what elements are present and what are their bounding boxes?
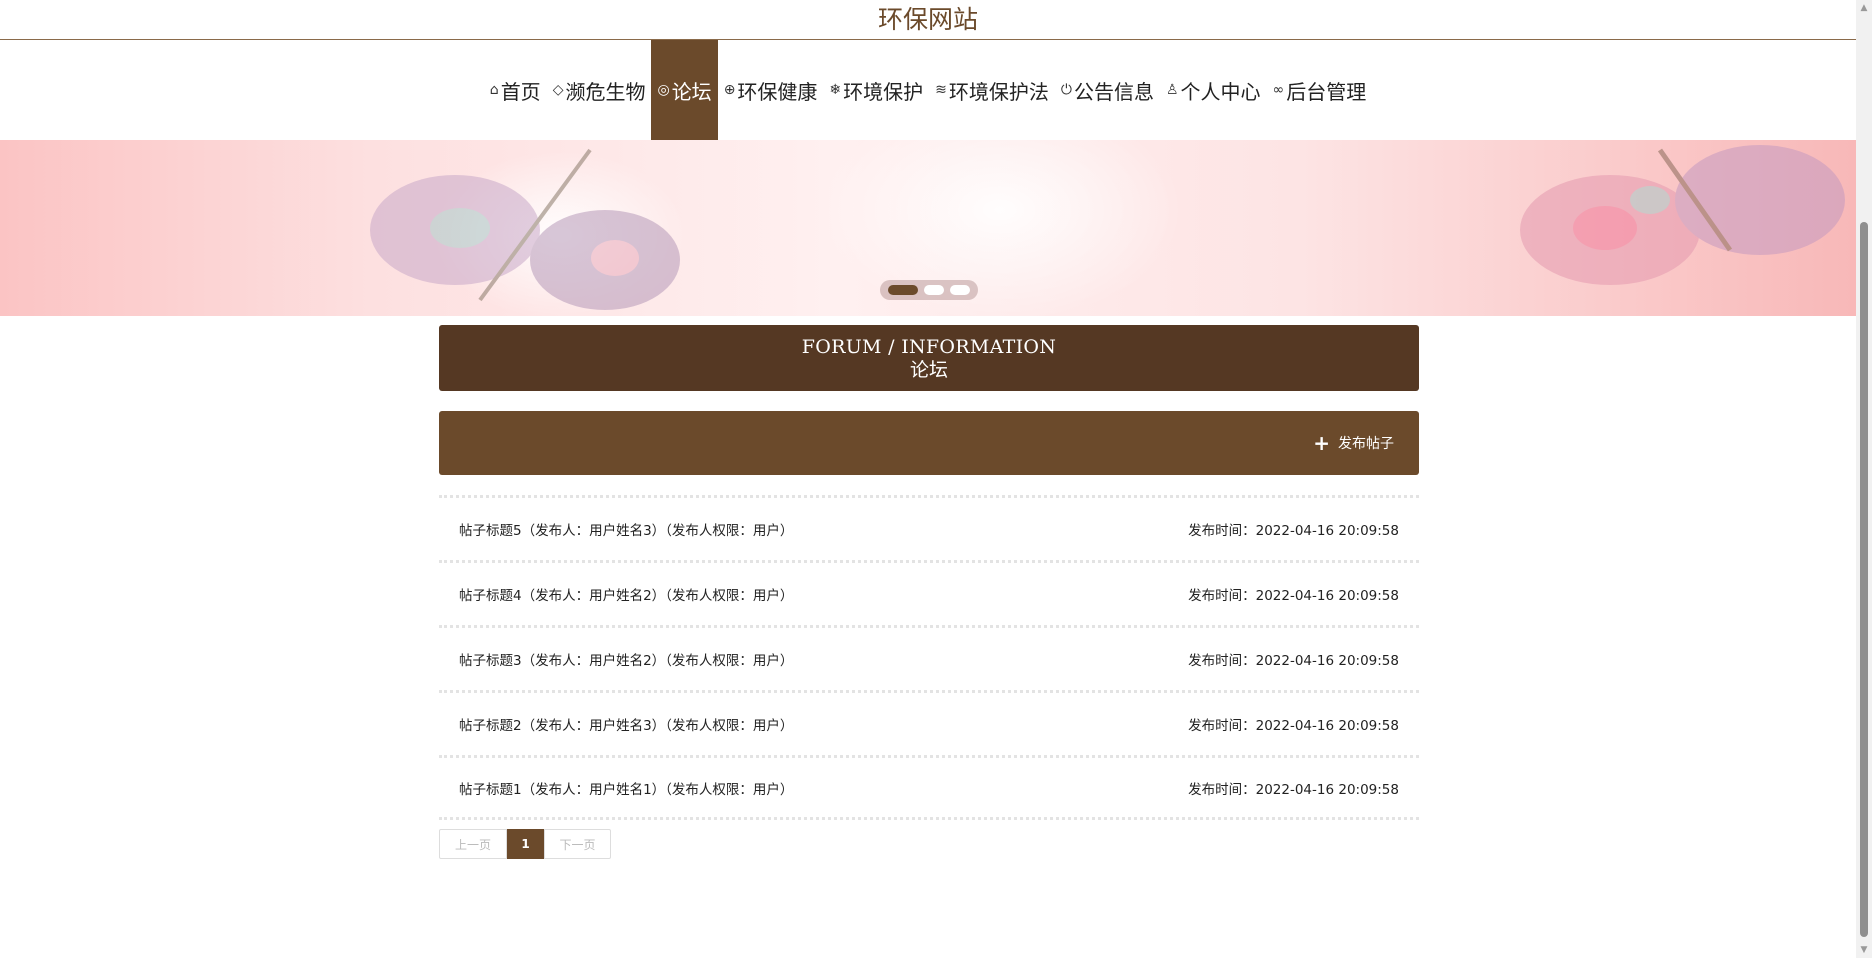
post-row[interactable]: 帖子标题1（发布人：用户姓名1）（发布人权限：用户） 发布时间：2022-04-… (439, 755, 1419, 820)
nav-item-label: 公告信息 (1073, 79, 1154, 104)
site-title: 环保网站 (877, 5, 978, 34)
post-title[interactable]: 帖子标题3（发布人：用户姓名2）（发布人权限：用户） (459, 649, 793, 669)
post-row[interactable]: 帖子标题4（发布人：用户姓名2）（发布人权限：用户） 发布时间：2022-04-… (439, 560, 1419, 625)
nav-item-label: 环保健康 (737, 79, 818, 104)
carousel-dot-3[interactable] (950, 285, 970, 295)
nav-item-label: 环境保护 (843, 79, 924, 104)
section-title-cn: 论坛 (909, 359, 948, 381)
post-time: 发布时间：2022-04-16 20:09:58 (1188, 781, 1399, 798)
post-title[interactable]: 帖子标题4（发布人：用户姓名2）（发布人权限：用户） (459, 584, 793, 604)
nav-item-law[interactable]: ≋ 环境保护法 (929, 40, 1055, 140)
nav-item-label: 个人中心 (1180, 79, 1261, 104)
nav-item-notice[interactable]: ⏻ 公告信息 (1055, 40, 1160, 140)
nav-item-label: 首页 (500, 79, 541, 104)
nav-item-label: 论坛 (671, 79, 712, 104)
nav-item-label: 濒危生物 (565, 79, 646, 104)
scroll-up-icon[interactable]: ▲ (1856, 0, 1872, 16)
carousel-dot-1[interactable] (888, 285, 918, 295)
power-icon: ⏻ (1060, 82, 1072, 98)
new-post-label: 发布帖子 (1338, 436, 1394, 452)
palette-icon: ◎ (657, 82, 670, 98)
nav-item-home[interactable]: ⌂ 首页 (484, 40, 547, 140)
butterfly-decoration (1520, 145, 1845, 285)
action-bar: + 发布帖子 (439, 411, 1419, 475)
butterfly-decoration (370, 148, 680, 310)
tag-icon: ◇ (552, 82, 564, 98)
link-icon: ∞ (1272, 82, 1285, 98)
page: 环保网站 ⌂ 首页 ◇ 濒危生物 ◎ 论坛 ⊕ 环保健康 ❄ 环境保护 ≋ 环境… (0, 0, 1856, 958)
plus-icon: + (1313, 431, 1330, 455)
current-page-button[interactable]: 1 (507, 829, 544, 859)
post-row[interactable]: 帖子标题5（发布人：用户姓名3）（发布人权限：用户） 发布时间：2022-04-… (439, 495, 1419, 560)
scroll-down-icon[interactable]: ▼ (1856, 942, 1872, 958)
new-post-button[interactable]: + 发布帖子 (1313, 433, 1394, 453)
home-icon: ⌂ (489, 82, 499, 98)
user-icon: ♙ (1165, 82, 1179, 98)
post-time: 发布时间：2022-04-16 20:09:58 (1188, 588, 1399, 604)
main-nav: ⌂ 首页 ◇ 濒危生物 ◎ 论坛 ⊕ 环保健康 ❄ 环境保护 ≋ 环境保护法 ⏻… (0, 40, 1856, 140)
nav-item-protection[interactable]: ❄ 环境保护 (823, 40, 929, 140)
forum-content: FORUM / INFORMATION 论坛 + 发布帖子 帖子标题5（发布人：… (439, 325, 1419, 859)
nav-item-label: 环境保护法 (948, 79, 1049, 104)
post-row[interactable]: 帖子标题3（发布人：用户姓名2）（发布人权限：用户） 发布时间：2022-04-… (439, 625, 1419, 690)
nav-item-endangered[interactable]: ◇ 濒危生物 (547, 40, 652, 140)
snowflake-icon: ❄ (829, 82, 842, 98)
site-header: 环保网站 (0, 0, 1856, 40)
post-list: 帖子标题5（发布人：用户姓名3）（发布人权限：用户） 发布时间：2022-04-… (439, 495, 1419, 820)
post-time: 发布时间：2022-04-16 20:09:58 (1188, 718, 1399, 734)
section-title-en: FORUM / INFORMATION (801, 336, 1057, 358)
section-title: FORUM / INFORMATION 论坛 (439, 325, 1419, 391)
post-time: 发布时间：2022-04-16 20:09:58 (1188, 653, 1399, 669)
nav-item-health[interactable]: ⊕ 环保健康 (718, 40, 824, 140)
post-title[interactable]: 帖子标题1（发布人：用户姓名1）（发布人权限：用户） (459, 778, 793, 798)
nav-item-profile[interactable]: ♙ 个人中心 (1160, 40, 1267, 140)
nav-item-forum[interactable]: ◎ 论坛 (651, 40, 718, 140)
globe-icon: ⊕ (723, 82, 736, 98)
layers-icon: ≋ (935, 82, 947, 98)
prev-page-button[interactable]: 上一页 (439, 829, 507, 859)
nav-item-label: 后台管理 (1286, 79, 1367, 104)
post-title[interactable]: 帖子标题5（发布人：用户姓名3）（发布人权限：用户） (459, 519, 793, 539)
post-row[interactable]: 帖子标题2（发布人：用户姓名3）（发布人权限：用户） 发布时间：2022-04-… (439, 690, 1419, 755)
nav-item-admin[interactable]: ∞ 后台管理 (1267, 40, 1373, 140)
next-page-button[interactable]: 下一页 (544, 829, 611, 859)
carousel-indicators[interactable] (880, 280, 978, 300)
post-title[interactable]: 帖子标题2（发布人：用户姓名3）（发布人权限：用户） (459, 714, 793, 734)
carousel-dot-2[interactable] (924, 285, 944, 295)
banner-carousel (0, 140, 1856, 316)
vertical-scrollbar[interactable]: ▲ ▼ (1856, 0, 1872, 958)
pagination: 上一页 1 下一页 (439, 829, 1419, 859)
post-time: 发布时间：2022-04-16 20:09:58 (1188, 523, 1399, 539)
scrollbar-thumb[interactable] (1860, 222, 1868, 937)
